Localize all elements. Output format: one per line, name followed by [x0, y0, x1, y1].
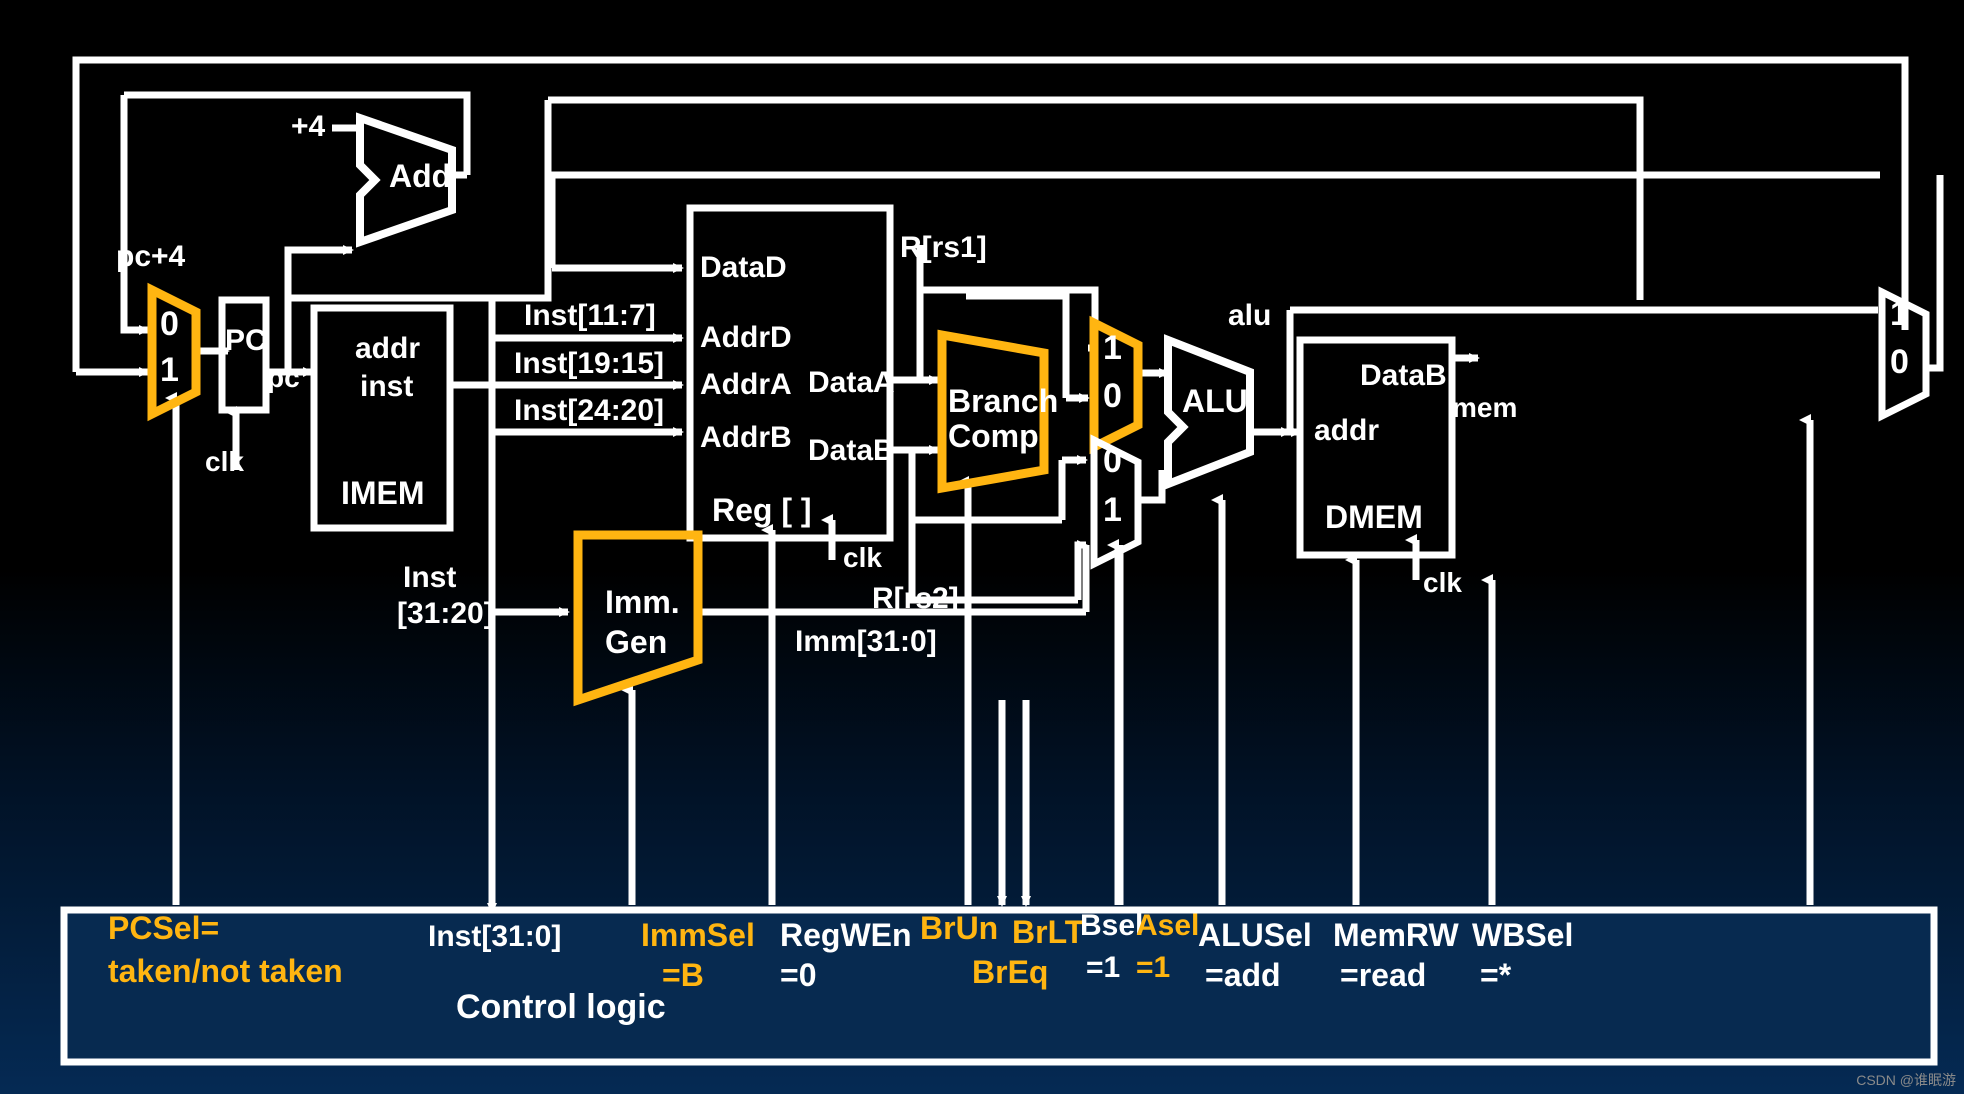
ctrl-brun-name: BrUn: [920, 910, 999, 946]
alu-label: ALU: [1182, 383, 1248, 419]
label-inst-24-20: Inst[24:20]: [514, 394, 665, 427]
regfile-in-addrd: AddrD: [700, 321, 792, 354]
ctrl-alusel-name: ALUSel: [1198, 917, 1312, 953]
ctrl-memrw-name: MemRW: [1333, 917, 1459, 953]
dmem-name: DMEM: [1325, 499, 1423, 535]
watermark: CSDN @谁眠游: [1856, 1072, 1956, 1088]
ctrl-pcsel-value: taken/not taken: [108, 953, 343, 989]
label-inst-31-20-a: Inst: [403, 561, 457, 594]
imem-inst-label: inst: [360, 370, 414, 403]
a-mux-input-1: 1: [1103, 329, 1122, 367]
regfile-in-addrb: AddrB: [700, 421, 792, 454]
imem-name: IMEM: [341, 475, 425, 511]
wb-mux-input-1: 1: [1890, 295, 1909, 333]
b-mux-input-0: 0: [1103, 442, 1122, 480]
imem-addr-label: addr: [355, 332, 421, 365]
label-r-rs1: R[rs1]: [900, 231, 987, 264]
ctrl-pcsel-name: PCSel=: [108, 910, 220, 946]
dmem-addr-label: addr: [1314, 414, 1380, 447]
label-clk-dmem: clk: [1423, 567, 1462, 598]
b-mux-input-1: 1: [1103, 491, 1122, 529]
ctrl-inst-bus: Inst[31:0]: [428, 920, 562, 953]
imm-gen-line2: Gen: [605, 624, 668, 660]
pc-register-label: PC: [225, 324, 267, 357]
ctrl-wbsel-value: =*: [1480, 957, 1512, 993]
ctrl-immsel-value: =B: [662, 957, 704, 993]
label-plus-4: +4: [291, 110, 326, 143]
ctrl-asel-value: =1: [1136, 951, 1171, 984]
regfile-name: Reg [ ]: [712, 492, 812, 528]
label-alu-bus: alu: [1228, 299, 1272, 332]
regfile-in-addra: AddrA: [700, 368, 792, 401]
label-inst-31-20-b: [31:20]: [397, 597, 494, 630]
ctrl-immsel-name: ImmSel: [641, 917, 755, 953]
control-logic-title: Control logic: [456, 988, 666, 1026]
dmem-datab-label: DataB: [1360, 359, 1447, 392]
ctrl-regwen-value: =0: [780, 957, 817, 993]
label-pc-plus-4: pc+4: [116, 240, 186, 273]
pc-mux-input-0: 0: [160, 305, 179, 343]
label-clk-regfile: clk: [843, 542, 882, 573]
ctrl-wbsel-name: WBSel: [1472, 917, 1574, 953]
ctrl-regwen-name: RegWEn: [780, 917, 912, 953]
label-imm-31-0: Imm[31:0]: [795, 625, 937, 658]
imm-gen-line1: Imm.: [605, 584, 680, 620]
a-mux-input-0: 0: [1103, 377, 1122, 415]
label-r-rs2: R[rs2]: [872, 582, 959, 615]
add-label: Add: [389, 158, 452, 194]
datapath-diagram: pc+4 0 1 PC pc clk +4 Add addr inst IMEM…: [0, 0, 1964, 1094]
label-mem: mem: [1452, 392, 1518, 423]
branch-comp-line1: Branch: [948, 383, 1059, 419]
ctrl-asel-name: Asel: [1136, 909, 1200, 942]
ctrl-brlt-name: BrLT: [1012, 914, 1085, 950]
ctrl-bsel-name: Bsel: [1080, 909, 1144, 942]
branch-comp-line2: Comp: [948, 418, 1039, 454]
ctrl-breq-name: BrEq: [972, 954, 1049, 990]
pc-mux-input-1: 1: [160, 351, 179, 389]
ctrl-bsel-value: =1: [1086, 951, 1121, 984]
ctrl-memrw-value: =read: [1340, 957, 1427, 993]
regfile-in-datad: DataD: [700, 251, 787, 284]
label-clk-pc: clk: [205, 446, 244, 477]
ctrl-alusel-value: =add: [1205, 957, 1281, 993]
regfile-out-dataa: DataA: [808, 366, 895, 399]
label-inst-19-15: Inst[19:15]: [514, 347, 665, 380]
wb-mux-input-0: 0: [1890, 343, 1909, 381]
regfile-out-datab: DataB: [808, 434, 895, 467]
label-inst-11-7: Inst[11:7]: [524, 299, 656, 332]
label-pc: pc: [267, 362, 300, 393]
